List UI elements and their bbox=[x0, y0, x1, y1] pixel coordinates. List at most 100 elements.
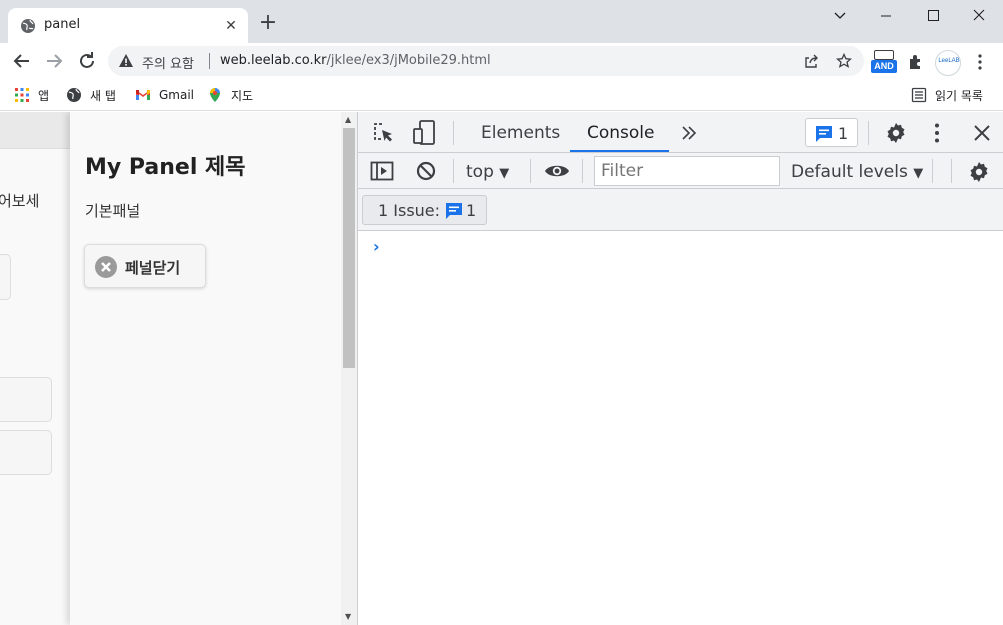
inspect-element-icon[interactable] bbox=[372, 121, 396, 145]
more-tabs-chevron-icon[interactable] bbox=[681, 125, 697, 141]
context-label: top bbox=[466, 162, 494, 182]
divider bbox=[209, 53, 210, 69]
warning-icon[interactable] bbox=[118, 53, 134, 69]
maximize-icon[interactable] bbox=[921, 6, 945, 26]
bookmark-gmail-label: Gmail bbox=[159, 88, 195, 102]
bookmark-maps-label: 지도 bbox=[231, 88, 254, 103]
bookmark-new-tab[interactable]: 새 탭 bbox=[66, 85, 116, 105]
reading-list-label: 읽기 목록 bbox=[935, 88, 983, 103]
apps-grid-icon bbox=[15, 88, 29, 102]
leelab-profile-label: LeeLAB bbox=[938, 58, 960, 64]
leelab-profile-avatar[interactable]: LeeLAB bbox=[935, 50, 961, 76]
live-expression-eye-icon[interactable] bbox=[544, 161, 570, 181]
bookmark-star-icon[interactable] bbox=[836, 53, 852, 69]
filter-input[interactable] bbox=[594, 156, 780, 186]
divider bbox=[582, 159, 583, 183]
divider bbox=[453, 159, 454, 183]
issues-label: 1 Issue: bbox=[378, 201, 441, 220]
panel-title: My Panel 제목 bbox=[85, 155, 246, 180]
bookmark-apps-label: 앱 bbox=[38, 88, 50, 103]
back-arrow-icon[interactable] bbox=[10, 49, 34, 73]
reload-icon[interactable] bbox=[75, 49, 99, 73]
bookmarks-bar: 앱 새 탭 Gmail 지도 읽기 목록 bbox=[0, 79, 1003, 111]
context-selector[interactable]: top ▼ bbox=[466, 162, 509, 182]
tab-close-icon[interactable]: ✕ bbox=[222, 17, 240, 35]
divider bbox=[951, 159, 952, 183]
messages-badge[interactable]: 1 bbox=[805, 118, 858, 147]
browser-toolbar: 주의 요함 web.leelab.co.kr/jklee/ex3/jMobile… bbox=[0, 43, 1003, 79]
close-panel-label: 페널닫기 bbox=[125, 259, 181, 277]
close-devtools-icon[interactable] bbox=[973, 124, 991, 142]
bookmark-new-tab-label: 새 탭 bbox=[90, 88, 116, 103]
menu-kebab-icon[interactable] bbox=[974, 53, 986, 71]
address-bar[interactable]: 주의 요함 web.leelab.co.kr/jklee/ex3/jMobile… bbox=[108, 46, 864, 76]
extensions-puzzle-icon[interactable] bbox=[907, 53, 925, 71]
log-levels-label: Default levels bbox=[791, 162, 908, 182]
bookmark-maps[interactable]: 지도 bbox=[207, 85, 253, 105]
close-window-icon[interactable] bbox=[967, 6, 991, 26]
device-toolbar-icon[interactable] bbox=[412, 120, 436, 146]
page-text: 어보세 bbox=[0, 192, 40, 210]
tab-console[interactable]: Console bbox=[587, 123, 655, 143]
tab-elements[interactable]: Elements bbox=[481, 123, 560, 143]
globe-icon bbox=[67, 88, 81, 102]
minimize-icon[interactable] bbox=[874, 6, 898, 26]
message-icon bbox=[816, 126, 832, 142]
scroll-down-icon[interactable]: ▼ bbox=[345, 612, 353, 621]
console-toolbar: top ▼ Default levels ▼ bbox=[358, 153, 1003, 189]
divider bbox=[453, 121, 454, 145]
dropdown-arrow-icon: ▼ bbox=[499, 166, 510, 181]
log-levels-dropdown[interactable]: Default levels ▼ bbox=[791, 162, 923, 182]
console-settings-gear-icon[interactable] bbox=[967, 160, 991, 184]
and-extension-label: AND bbox=[871, 60, 897, 73]
issues-bar: 1 Issue: 1 bbox=[358, 189, 1003, 231]
globe-icon bbox=[21, 19, 35, 33]
tab-title: panel bbox=[44, 17, 81, 32]
and-extension-frame bbox=[874, 50, 894, 60]
page-button[interactable] bbox=[0, 430, 52, 475]
page-scrollbar[interactable]: ▲ ▼ bbox=[341, 112, 357, 625]
issues-count: 1 bbox=[466, 201, 477, 220]
clear-console-icon[interactable] bbox=[416, 161, 436, 181]
page-header-bar bbox=[0, 112, 70, 149]
dropdown-arrow-icon: ▼ bbox=[913, 166, 924, 181]
maps-pin-icon bbox=[210, 88, 220, 102]
page-button[interactable] bbox=[0, 254, 11, 300]
close-panel-button[interactable]: 페널닫기 bbox=[84, 244, 206, 288]
more-options-kebab-icon[interactable] bbox=[931, 122, 943, 144]
reading-list-icon bbox=[911, 87, 927, 103]
browser-tab[interactable]: panel ✕ bbox=[8, 8, 248, 43]
url-path: /jklee/ex3/jMobile29.html bbox=[326, 53, 491, 68]
new-tab-button[interactable]: + bbox=[258, 12, 278, 34]
security-warning-text[interactable]: 주의 요함 bbox=[142, 53, 194, 72]
and-extension-icon[interactable]: AND bbox=[871, 50, 897, 74]
divider bbox=[530, 159, 531, 183]
message-icon bbox=[446, 203, 462, 219]
panel-text: 기본패널 bbox=[85, 202, 141, 220]
bookmark-gmail[interactable]: Gmail bbox=[135, 85, 194, 105]
bookmark-apps[interactable]: 앱 bbox=[14, 85, 49, 105]
reading-list[interactable]: 읽기 목록 bbox=[911, 85, 983, 105]
page-button[interactable] bbox=[0, 377, 52, 422]
tab-strip: panel ✕ + bbox=[0, 0, 1003, 43]
scroll-up-icon[interactable]: ▲ bbox=[345, 115, 353, 124]
devtools-tab-bar: Elements Console 1 bbox=[358, 112, 1003, 153]
issues-button[interactable]: 1 Issue: 1 bbox=[362, 195, 487, 225]
active-tab-indicator bbox=[570, 150, 669, 152]
url-text[interactable]: web.leelab.co.kr/jklee/ex3/jMobile29.htm… bbox=[220, 53, 491, 68]
settings-gear-icon[interactable] bbox=[884, 121, 908, 145]
share-icon[interactable] bbox=[803, 53, 819, 69]
gmail-icon bbox=[136, 90, 150, 100]
scrollbar-thumb[interactable] bbox=[343, 128, 355, 368]
divider bbox=[868, 121, 869, 145]
delete-icon bbox=[95, 256, 117, 278]
page-viewport: 어보세 My Panel 제목 기본패널 페널닫기 ▲ ▼ bbox=[0, 112, 357, 625]
forward-arrow-icon[interactable] bbox=[42, 49, 66, 73]
devtools-panel: Elements Console 1 top ▼ Filter Default … bbox=[357, 112, 1003, 625]
console-prompt[interactable]: › bbox=[373, 237, 380, 256]
sidebar-toggle-icon[interactable] bbox=[370, 161, 394, 181]
tab-search-icon[interactable] bbox=[828, 6, 852, 26]
url-host: web.leelab.co.kr bbox=[220, 53, 327, 68]
messages-count: 1 bbox=[838, 124, 849, 143]
jqm-panel: My Panel 제목 기본패널 페널닫기 bbox=[70, 112, 341, 625]
